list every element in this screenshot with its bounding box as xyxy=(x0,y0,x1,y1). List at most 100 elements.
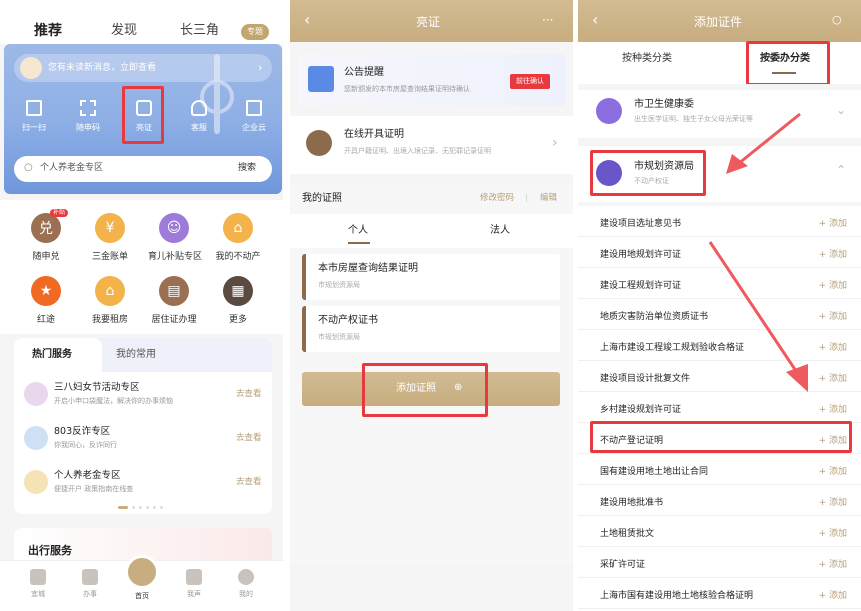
service-residence[interactable]: ▤ 居住证办理 xyxy=(148,276,200,325)
stamp-icon xyxy=(306,130,332,156)
tab-discover[interactable]: 发现 xyxy=(111,24,137,37)
pension-icon xyxy=(24,470,48,494)
tab-recommend[interactable]: 推荐 xyxy=(34,24,62,38)
cert-tabs: 个人 法人 xyxy=(290,214,573,248)
nav-home[interactable]: 首页 xyxy=(122,555,162,601)
scan-label: 扫一扫 xyxy=(22,123,46,132)
view-link[interactable]: 去查看 xyxy=(236,434,262,443)
tab-yangtze[interactable]: 长三角 xyxy=(180,24,219,37)
hot-item[interactable]: 三八妇女节活动专区 开启小申口袋魔法，解决你的办事烦恼 去查看 xyxy=(14,378,272,418)
nav-affairs[interactable]: 办事 xyxy=(70,569,110,599)
cert-org: 市规划资源局 xyxy=(318,333,360,341)
tab-legal-person[interactable]: 法人 xyxy=(490,226,510,236)
nav-mine[interactable]: 我的 xyxy=(226,569,266,599)
grid-icon: ▦ xyxy=(223,276,253,306)
scan-icon xyxy=(26,100,42,116)
service-action[interactable]: 客服 xyxy=(179,100,219,132)
online-title: 在线开具证明 xyxy=(344,129,404,140)
divider: | xyxy=(525,193,528,202)
mascot-icon xyxy=(20,57,42,79)
show-cert-action[interactable]: 亮证 xyxy=(124,100,164,132)
tab-personal[interactable]: 个人 xyxy=(348,226,368,236)
rent-icon: ⌂ xyxy=(95,276,125,306)
confirm-button[interactable]: 前往确认 xyxy=(510,74,550,89)
user-icon xyxy=(238,569,254,585)
subsidy-badge: 补贴 xyxy=(50,209,69,217)
service-more[interactable]: ▦ 更多 xyxy=(212,276,264,325)
building-icon xyxy=(246,100,262,116)
search-bar[interactable]: ○ 个人养老金专区 搜索 xyxy=(14,156,272,182)
service-label: 红途 xyxy=(36,315,55,325)
view-link[interactable]: 去查看 xyxy=(236,390,262,399)
bill-icon: ¥ xyxy=(95,213,125,243)
tab-indicator xyxy=(348,242,370,244)
service-label: 居住证办理 xyxy=(151,315,197,325)
service-label: 随申兑 xyxy=(32,252,60,262)
hot-item[interactable]: 个人养老金专区 便捷开户 政策指南在线查 去查看 xyxy=(14,466,272,506)
search-icon: ○ xyxy=(24,162,33,173)
service-rent[interactable]: ⌂ 我要租房 xyxy=(84,276,136,325)
service-sanjin[interactable]: ¥ 三金账单 xyxy=(84,213,136,262)
service-realestate[interactable]: ⌂ 我的不动产 xyxy=(212,213,264,262)
topic-badge[interactable]: 专题 xyxy=(241,24,269,40)
pen-icon xyxy=(82,569,98,585)
notice-desc: 您新颁发的本市房屋查询结果证明待确认 xyxy=(344,85,470,93)
cert-item[interactable]: 不动产权证书 市规划资源局 xyxy=(302,306,560,352)
nav-voice[interactable]: 我声 xyxy=(174,569,214,599)
cert-item[interactable]: 本市房屋查询结果证明 市规划资源局 xyxy=(302,254,560,300)
service-suishen[interactable]: 兑 随申兑 补贴 xyxy=(20,209,72,262)
enterprise-cloud-action[interactable]: 企业云 xyxy=(234,100,274,132)
back-icon[interactable]: ‹ xyxy=(304,12,310,28)
online-desc: 开具户籍证明、出境入境记录、无犯罪记录证明 xyxy=(344,147,491,155)
notice-text: 您有未读新消息，立即查看 xyxy=(48,63,157,73)
hot-item-title: 三八妇女节活动专区 xyxy=(54,382,140,393)
hot-item-desc: 开启小申口袋魔法，解决你的办事烦恼 xyxy=(54,397,173,405)
add-cert-label: 添加证照 xyxy=(396,383,436,394)
tab-favorites[interactable]: 我的常用 xyxy=(116,350,156,360)
notice-title: 公告提醒 xyxy=(344,67,384,78)
scan-action[interactable]: 扫一扫 xyxy=(14,100,54,132)
qrcode-icon xyxy=(80,100,96,116)
hot-item-desc: 你我同心，反诈同行 xyxy=(54,441,117,449)
heart-icon xyxy=(186,569,202,585)
womens-day-icon xyxy=(24,382,48,406)
search-input[interactable]: 个人养老金专区 xyxy=(40,164,103,173)
add-cert-button[interactable]: 添加证照 ⊕ xyxy=(302,372,560,406)
nav-label: 我的 xyxy=(239,590,253,598)
service-label: 三金账单 xyxy=(91,252,128,262)
my-certs-label: 我的证照 xyxy=(302,193,342,204)
page-dots xyxy=(118,506,168,509)
headset-icon xyxy=(191,100,207,116)
hot-item-title: 803反诈专区 xyxy=(54,426,111,437)
nav-label: 首页 xyxy=(135,592,149,600)
edit-link[interactable]: 编辑 xyxy=(540,194,557,203)
home-screen: 推荐 发现 长三角 专题 您有未读新消息，立即查看 › 扫一扫 随申码 亮证 客… xyxy=(0,0,283,611)
cert-name: 本市房屋查询结果证明 xyxy=(318,263,418,274)
service-childcare[interactable]: ☺ 育儿补贴专区 xyxy=(148,213,203,262)
baby-icon: ☺ xyxy=(159,213,189,243)
search-button[interactable]: 搜索 xyxy=(238,164,256,173)
tab-hot-label: 热门服务 xyxy=(32,349,72,360)
service-redroute[interactable]: ★ 红途 xyxy=(20,276,72,325)
service-label: 育儿补贴专区 xyxy=(148,252,203,262)
hot-item-desc: 便捷开户 政策指南在线查 xyxy=(54,485,134,493)
home-icon xyxy=(125,555,159,589)
notice-bar[interactable]: 您有未读新消息，立即查看 › xyxy=(14,54,272,82)
change-password-link[interactable]: 修改密码 xyxy=(480,194,514,203)
my-certs-section: 我的证照 修改密码 | 编辑 个人 法人 本市房屋查询结果证明 市规划资源局 不… xyxy=(290,184,573,564)
cert-org: 市规划资源局 xyxy=(318,281,360,289)
more-icon[interactable]: ··· xyxy=(542,14,553,26)
header-bar: ‹ 亮证 ··· xyxy=(290,0,573,42)
online-cert-card[interactable]: 在线开具证明 开具户籍证明、出境入境记录、无犯罪记录证明 › xyxy=(290,116,573,174)
city-icon xyxy=(30,569,46,585)
view-link[interactable]: 去查看 xyxy=(236,478,262,487)
health-code-action[interactable]: 随申码 xyxy=(68,100,108,132)
hot-item[interactable]: 803反诈专区 你我同心，反诈同行 去查看 xyxy=(14,422,272,462)
notice-icon xyxy=(308,66,334,92)
nav-city[interactable]: 宜城 xyxy=(18,569,58,599)
notice-card[interactable]: 公告提醒 您新颁发的本市房屋查询结果证明待确认 前往确认 xyxy=(298,54,565,106)
bottom-nav: 宜城 办事 首页 我声 我的 xyxy=(0,555,283,611)
enterprise-cloud-label: 企业云 xyxy=(242,123,266,132)
health-code-label: 随申码 xyxy=(76,123,100,132)
service-label: 客服 xyxy=(191,123,207,132)
